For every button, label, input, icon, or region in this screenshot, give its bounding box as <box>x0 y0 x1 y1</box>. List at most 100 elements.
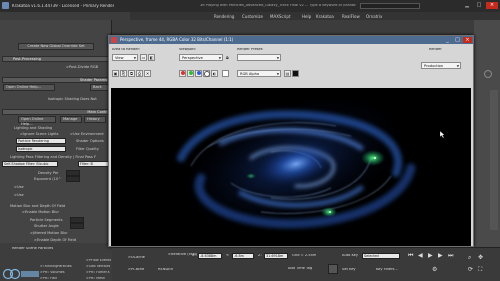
pcache-toggle[interactable]: >PCache <box>128 268 144 272</box>
render-preset-dropdown[interactable]: ▼ <box>237 54 281 61</box>
blue-channel-button[interactable] <box>195 70 202 77</box>
channel-dropdown[interactable]: RGB Alpha ▼ <box>237 70 281 77</box>
prt-mesh-toggle[interactable]: >PRT Mesh <box>86 277 105 280</box>
z-coordinate-field[interactable]: 31.6918m <box>264 253 288 259</box>
use-toggle-1[interactable]: >Use <box>14 185 24 189</box>
iso-shading-note: Isotropic Shading Does Not <box>48 97 97 101</box>
area-to-render-dropdown[interactable]: View ▼ <box>112 54 138 61</box>
clone-frame-icon[interactable]: ⧉ <box>128 70 135 77</box>
open-online-help-button-2[interactable]: Open Online Help... <box>18 116 56 126</box>
render-frame-maximize-button[interactable]: □ <box>453 37 462 43</box>
ignore-scene-lights-toggle[interactable]: >Ignore Scene Lights <box>20 132 59 136</box>
post-processing-rollout[interactable]: Post-Processing <box>2 56 110 62</box>
menu-ornatrix[interactable]: Ornatrix <box>366 14 382 19</box>
render-frame-minimize-button[interactable]: _ <box>443 37 452 43</box>
auto-region-icon[interactable]: ◧ <box>148 54 155 61</box>
minimize-button[interactable]: ▁ <box>462 2 472 9</box>
jittered-motion-blur-toggle[interactable]: >Jittered Motion Blur <box>30 231 68 235</box>
shutter-angle-label: Shutter Angle <box>34 224 59 228</box>
isotropic-dropdown[interactable]: Isotropic <box>16 146 66 152</box>
prev-frame-icon[interactable]: ◀ <box>418 252 423 259</box>
key-filters-button[interactable]: Key Filters... <box>376 268 398 272</box>
region-lock-icon[interactable]: ▭ <box>140 54 147 61</box>
menu-realflow[interactable]: RealFlow <box>342 14 360 19</box>
viewport-scrollbar[interactable] <box>490 90 498 230</box>
close-button[interactable]: × <box>486 2 498 9</box>
play-icon[interactable]: ▶ <box>428 252 433 259</box>
history-button[interactable]: History <box>84 116 106 123</box>
menu-customize[interactable]: Customize <box>242 14 263 19</box>
open-online-help-button[interactable]: Open Online Help... <box>3 84 55 91</box>
set-key-button[interactable]: Set Key <box>342 268 356 272</box>
go-to-start-icon[interactable]: ⏮ <box>408 252 413 260</box>
exponent-field[interactable] <box>66 176 80 182</box>
app-logo-icon[interactable] <box>2 2 9 9</box>
post-divide-toggle[interactable]: >Post-Divide RGB <box>66 65 98 69</box>
copy-image-icon[interactable]: ⎘ <box>120 70 127 77</box>
maximize-viewport-icon[interactable]: ⛶ <box>478 266 482 274</box>
viewport-nav-icon[interactable] <box>484 70 492 78</box>
red-channel-button[interactable] <box>179 70 186 77</box>
menu-maxscript[interactable]: MAXScript <box>270 14 291 19</box>
main-controls-rollout[interactable]: Main Contr <box>2 109 110 115</box>
render-mode-dropdown[interactable]: Production ▼ <box>421 62 461 69</box>
render-frame-title-bar[interactable]: Perspective, frame 44, RGBA Color 32 Bit… <box>109 36 473 44</box>
zoom-icon[interactable]: ⌕ <box>468 254 471 262</box>
y-coordinate-field[interactable]: -6.8m <box>232 253 254 259</box>
particle-rendering-dropdown[interactable]: Particle Rendering <box>16 138 66 144</box>
thinking-particles-toggle[interactable]: >ThinkingParticles <box>40 265 72 268</box>
shader-params-rollout[interactable]: Shader Params <box>2 77 110 83</box>
selected-dropdown[interactable]: Selected <box>362 253 400 259</box>
create-override-button[interactable]: Create New Global Override Set <box>18 43 94 50</box>
viewport-label: Viewport: <box>179 48 197 51</box>
render-frame-title: Perspective, frame 44, RGBA Color 32 Bit… <box>120 37 234 42</box>
render-frame-close-button[interactable]: × <box>463 37 472 43</box>
alpha-channel-button[interactable] <box>203 70 210 77</box>
final-filter-dropdown[interactable]: Filter: B <box>78 161 110 167</box>
clear-icon[interactable]: ✕ <box>144 70 151 77</box>
green-channel-button[interactable] <box>187 70 194 77</box>
next-frame-icon[interactable]: ▶ <box>438 252 443 259</box>
pan-icon[interactable]: ✥ <box>478 254 483 261</box>
geo-vertices-toggle[interactable]: >Geo Vertices <box>86 265 110 268</box>
print-image-icon[interactable]: ⎙ <box>136 70 143 77</box>
app-title-bar: Krakatoa v1.6.1.44739 - Licensed - Prima… <box>0 0 500 12</box>
search-field[interactable] <box>360 3 420 9</box>
prt-hair-toggle[interactable]: >PRT Hair <box>40 277 57 280</box>
pflow-events-toggle[interactable]: >PFlow Events <box>86 259 111 262</box>
render-scene-particles-label: Render Scene Particles <box>12 247 54 250</box>
menu-help[interactable]: Help <box>302 14 311 19</box>
prt-fumefx-toggle[interactable]: >PRT FumeFX <box>86 271 110 274</box>
self-shadow-filter-dropdown[interactable]: Self-Shadow Filter: Bicubic <box>2 161 58 167</box>
time-config-icon[interactable]: ⚙︎ <box>432 266 437 273</box>
menu-rendering[interactable]: Rendering <box>214 14 234 19</box>
viewport-dropdown[interactable]: Perspective ▼ <box>179 54 223 61</box>
add-time-tag-button[interactable]: Add Time Tag <box>288 267 312 271</box>
monochrome-button[interactable]: ◐ <box>211 70 218 77</box>
x-coordinate-field[interactable]: -8.6388m <box>198 253 222 259</box>
enable-motion-blur-toggle[interactable]: >Enable Motion Blur <box>22 210 59 214</box>
back-button[interactable]: Back <box>90 84 110 91</box>
ucache-toggle[interactable]: >UCache <box>128 256 145 260</box>
display-channel-icon[interactable]: ▤ <box>284 70 291 77</box>
galaxy-render-image <box>177 92 416 232</box>
manage-button[interactable]: Manage <box>60 116 82 123</box>
set-key-icon[interactable] <box>328 264 338 274</box>
color-swatch-icon[interactable] <box>292 70 299 77</box>
orbit-icon[interactable]: ⟳ <box>468 266 473 273</box>
save-image-icon[interactable]: ▣ <box>112 70 119 77</box>
go-to-end-icon[interactable]: ⏭ <box>448 252 453 260</box>
use-environment-toggle[interactable]: >Use Environment <box>70 132 104 136</box>
y-label: Y: <box>226 254 229 257</box>
use-toggle-2[interactable]: >Use <box>14 193 24 197</box>
mono-toggle-icon[interactable] <box>222 70 229 77</box>
render-canvas[interactable] <box>111 88 471 246</box>
auto-key-button[interactable]: Auto Key <box>342 254 358 258</box>
viewport-right-strip <box>474 20 500 247</box>
maximize-button[interactable]: □ <box>474 2 484 9</box>
prt-volumes-toggle[interactable]: >PRT Volumes <box>40 271 65 274</box>
enable-dof-toggle[interactable]: >Enable Depth Of Field <box>34 238 76 242</box>
viewport-lock-icon[interactable]: 🔒︎ <box>226 55 229 61</box>
shutter-angle-field[interactable] <box>70 223 84 229</box>
menu-krakatoa[interactable]: Krakatoa <box>316 14 334 19</box>
